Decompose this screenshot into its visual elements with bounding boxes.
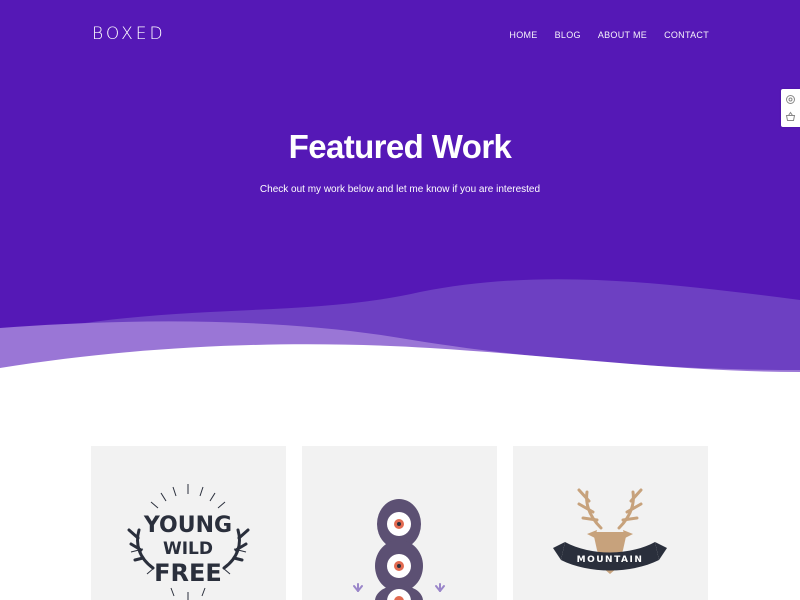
page-title: Featured Work bbox=[288, 128, 512, 165]
deer-mountain-badge-illustration: MOUNTAIN bbox=[553, 488, 667, 574]
gear-icon[interactable] bbox=[785, 94, 796, 105]
free-text: FREE bbox=[154, 559, 222, 587]
young-text: YOUNG bbox=[143, 513, 232, 538]
nav-contact-link[interactable]: CONTACT bbox=[664, 30, 709, 40]
young-wild-free-illustration: YOUNG WILD FREE bbox=[127, 484, 250, 600]
main-nav: HOME BLOG ABOUT ME CONTACT bbox=[509, 30, 709, 40]
portfolio-grid: YOUNG WILD FREE MOUNTAIN bbox=[91, 446, 708, 600]
three-eyed-monster-illustration bbox=[353, 499, 445, 600]
portfolio-card[interactable]: YOUNG WILD FREE bbox=[91, 446, 286, 600]
hero-section: BOXED HOME BLOG ABOUT ME CONTACT Feature… bbox=[0, 0, 800, 380]
side-toolbar bbox=[781, 89, 800, 127]
site-logo[interactable]: BOXED bbox=[92, 24, 166, 44]
page-subtitle: Check out my work below and let me know … bbox=[259, 184, 541, 195]
nav-home-link[interactable]: HOME bbox=[509, 30, 537, 40]
nav-about-link[interactable]: ABOUT ME bbox=[598, 30, 647, 40]
portfolio-card[interactable]: MOUNTAIN bbox=[513, 446, 708, 600]
nav-blog-link[interactable]: BLOG bbox=[555, 30, 581, 40]
basket-icon[interactable] bbox=[785, 111, 796, 122]
portfolio-card[interactable] bbox=[302, 446, 497, 600]
mountain-text: MOUNTAIN bbox=[577, 555, 644, 565]
wild-text: WILD bbox=[163, 539, 213, 559]
